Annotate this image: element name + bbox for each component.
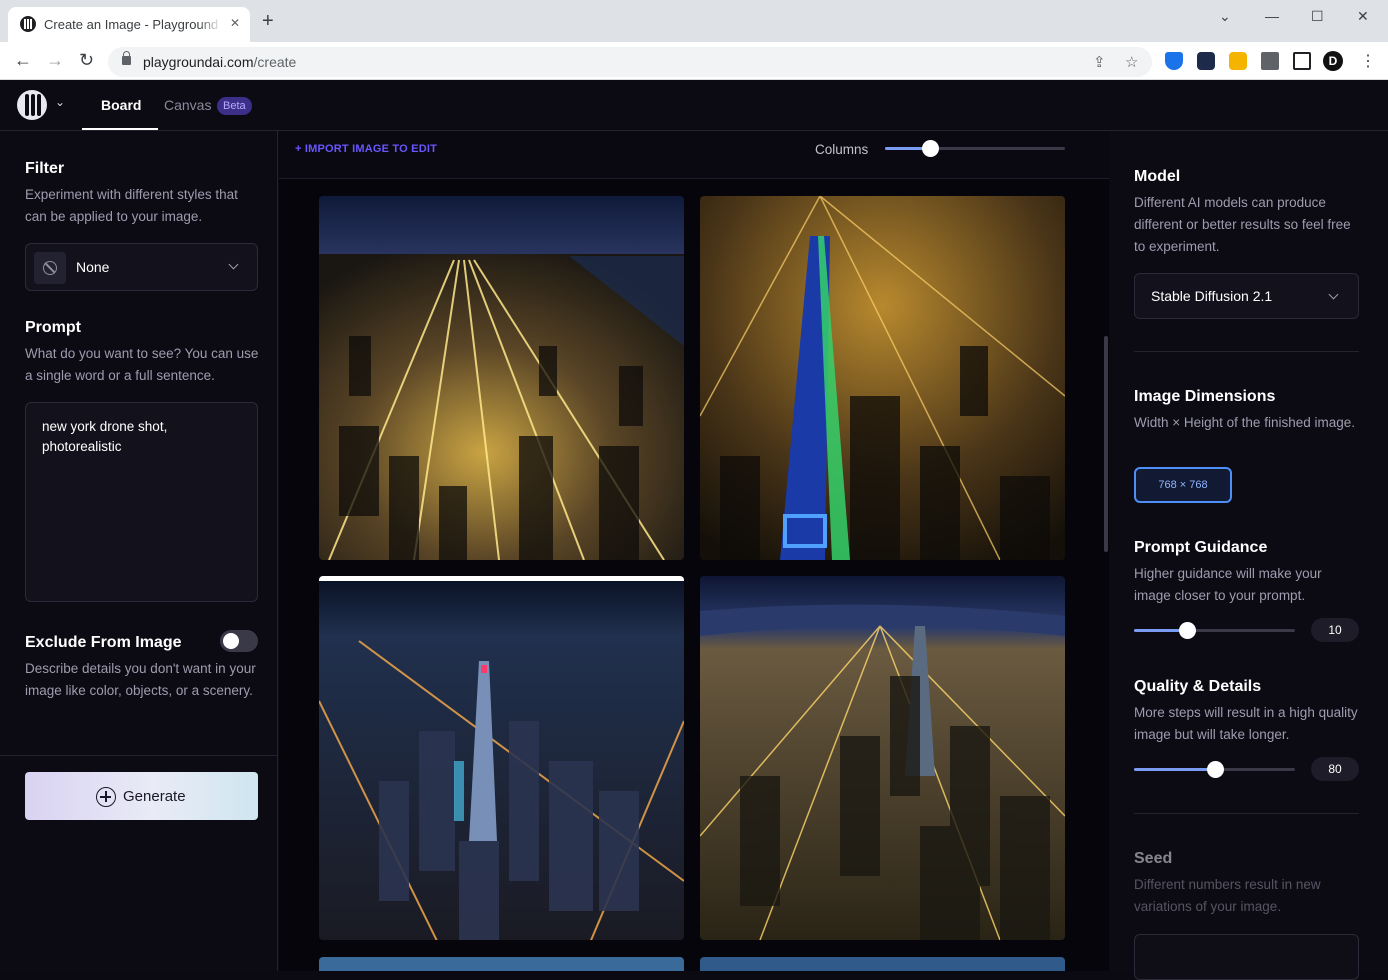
lock-icon [122,51,131,65]
columns-slider[interactable] [885,140,1065,157]
guidance-value[interactable]: 10 [1311,618,1359,642]
filter-value: None [76,259,110,275]
active-tab-indicator [82,128,158,130]
seed-input[interactable] [1134,934,1359,980]
back-button[interactable]: ← [14,50,32,70]
dimensions-description: Width × Height of the finished image. [1134,415,1355,430]
playground-logo-icon[interactable] [17,90,47,120]
quality-slider-thumb[interactable] [1207,761,1224,778]
import-image-button[interactable]: + IMPORT IMAGE TO EDIT [295,143,437,155]
share-icon[interactable]: ⇪ [1093,53,1106,71]
divider [0,755,277,756]
board-scrollbar[interactable] [1104,336,1108,552]
guidance-description: Higher guidance will make your image clo… [1134,566,1322,603]
new-tab-button[interactable]: + [262,11,274,31]
prompt-title: Prompt [25,319,81,336]
exclude-toggle[interactable] [220,630,258,652]
generated-image-6[interactable] [700,957,1065,971]
guidance-title: Prompt Guidance [1134,539,1268,556]
board-toolbar: + IMPORT IMAGE TO EDIT Columns [279,131,1109,179]
quality-slider-fill [1134,768,1215,771]
minimize-button[interactable]: — [1265,8,1279,24]
generated-image-1[interactable] [319,196,684,560]
divider [1134,351,1359,352]
chevron-down-icon[interactable]: ⌄ [55,95,65,109]
filter-description: Experiment with different styles that ca… [25,187,238,224]
browser-tab[interactable]: Create an Image - Playground AI ✕ [8,7,250,42]
filter-title: Filter [25,160,65,177]
dimension-option-768[interactable]: 768 × 768 [1134,467,1232,503]
no-filter-icon [43,261,57,275]
playground-favicon-icon [20,16,36,32]
prompt-description: What do you want to see? You can use a s… [25,346,259,383]
chevron-down-icon [1328,289,1339,300]
model-title: Model [1134,168,1181,185]
filter-select[interactable]: None [25,243,258,291]
image-board: + IMPORT IMAGE TO EDIT Columns [279,131,1109,971]
model-select[interactable]: Stable Diffusion 2.1 [1134,273,1359,319]
generate-button[interactable]: Generate [25,772,258,820]
seed-title: Seed [1134,850,1173,867]
generated-image-4[interactable] [700,576,1065,940]
prompt-textarea[interactable]: new york drone shot, photorealistic [25,402,258,602]
extension-2-icon[interactable] [1197,52,1215,70]
columns-label: Columns [815,142,869,157]
quality-value[interactable]: 80 [1311,757,1359,781]
beta-badge: Beta [217,97,252,115]
extension-3-icon[interactable] [1229,52,1247,70]
reload-button[interactable]: ↻ [79,50,94,70]
tab-title: Create an Image - Playground AI [44,17,222,32]
bookmark-star-icon[interactable]: ☆ [1125,53,1138,71]
plus-circle-icon [96,787,116,807]
guidance-slider[interactable] [1134,622,1295,639]
extension-1-icon[interactable] [1165,52,1183,70]
model-value: Stable Diffusion 2.1 [1151,288,1273,304]
generated-image-2[interactable] [700,196,1065,560]
extensions-puzzle-icon[interactable] [1261,52,1279,70]
columns-slider-thumb[interactable] [922,140,939,157]
maximize-button[interactable]: ☐ [1311,8,1324,25]
city-night-image [700,196,1065,560]
dimensions-title: Image Dimensions [1134,388,1276,405]
side-panel-icon[interactable] [1293,52,1311,70]
generated-image-5[interactable] [319,957,684,971]
city-night-image [319,196,684,560]
generate-label: Generate [123,788,186,805]
filter-thumbnail [34,252,66,284]
exclude-title: Exclude From Image [25,634,182,651]
tab-canvas[interactable]: Canvas [164,97,211,113]
quality-title: Quality & Details [1134,678,1262,695]
model-description: Different AI models can produce differen… [1134,195,1351,254]
guidance-slider-thumb[interactable] [1179,622,1196,639]
browser-titlebar: Create an Image - Playground AI ✕ + ⌄ — … [0,0,1388,42]
city-night-image [319,581,684,940]
profile-avatar[interactable]: D [1323,51,1343,71]
browser-toolbar: ← → ↻ playgroundai.com/create ⇪ ☆ D ⋮ [0,42,1388,80]
browser-menu-icon[interactable]: ⋮ [1360,51,1376,71]
exclude-description: Describe details you don't want in your … [25,661,256,698]
divider [1134,813,1359,814]
chevron-down-icon [228,259,239,270]
city-night-image [700,576,1065,940]
tab-board[interactable]: Board [101,97,141,113]
right-sidebar: Model Different AI models can produce di… [1110,131,1388,980]
quality-slider[interactable] [1134,761,1295,778]
tab-close-icon[interactable]: ✕ [230,16,240,30]
quality-description: More steps will result in a high quality… [1134,705,1358,742]
forward-button[interactable]: → [46,50,64,70]
generated-image-3[interactable] [319,576,684,940]
address-bar[interactable]: playgroundai.com/create ⇪ ☆ [108,47,1152,77]
seed-description: Different numbers result in new variatio… [1134,877,1321,914]
tab-search-icon[interactable]: ⌄ [1219,8,1231,25]
left-sidebar: Filter Experiment with different styles … [0,131,278,971]
app-header: ⌄ Board Canvas Beta [0,80,1388,131]
close-window-button[interactable]: ✕ [1357,8,1369,25]
url-text: playgroundai.com/create [143,54,297,70]
